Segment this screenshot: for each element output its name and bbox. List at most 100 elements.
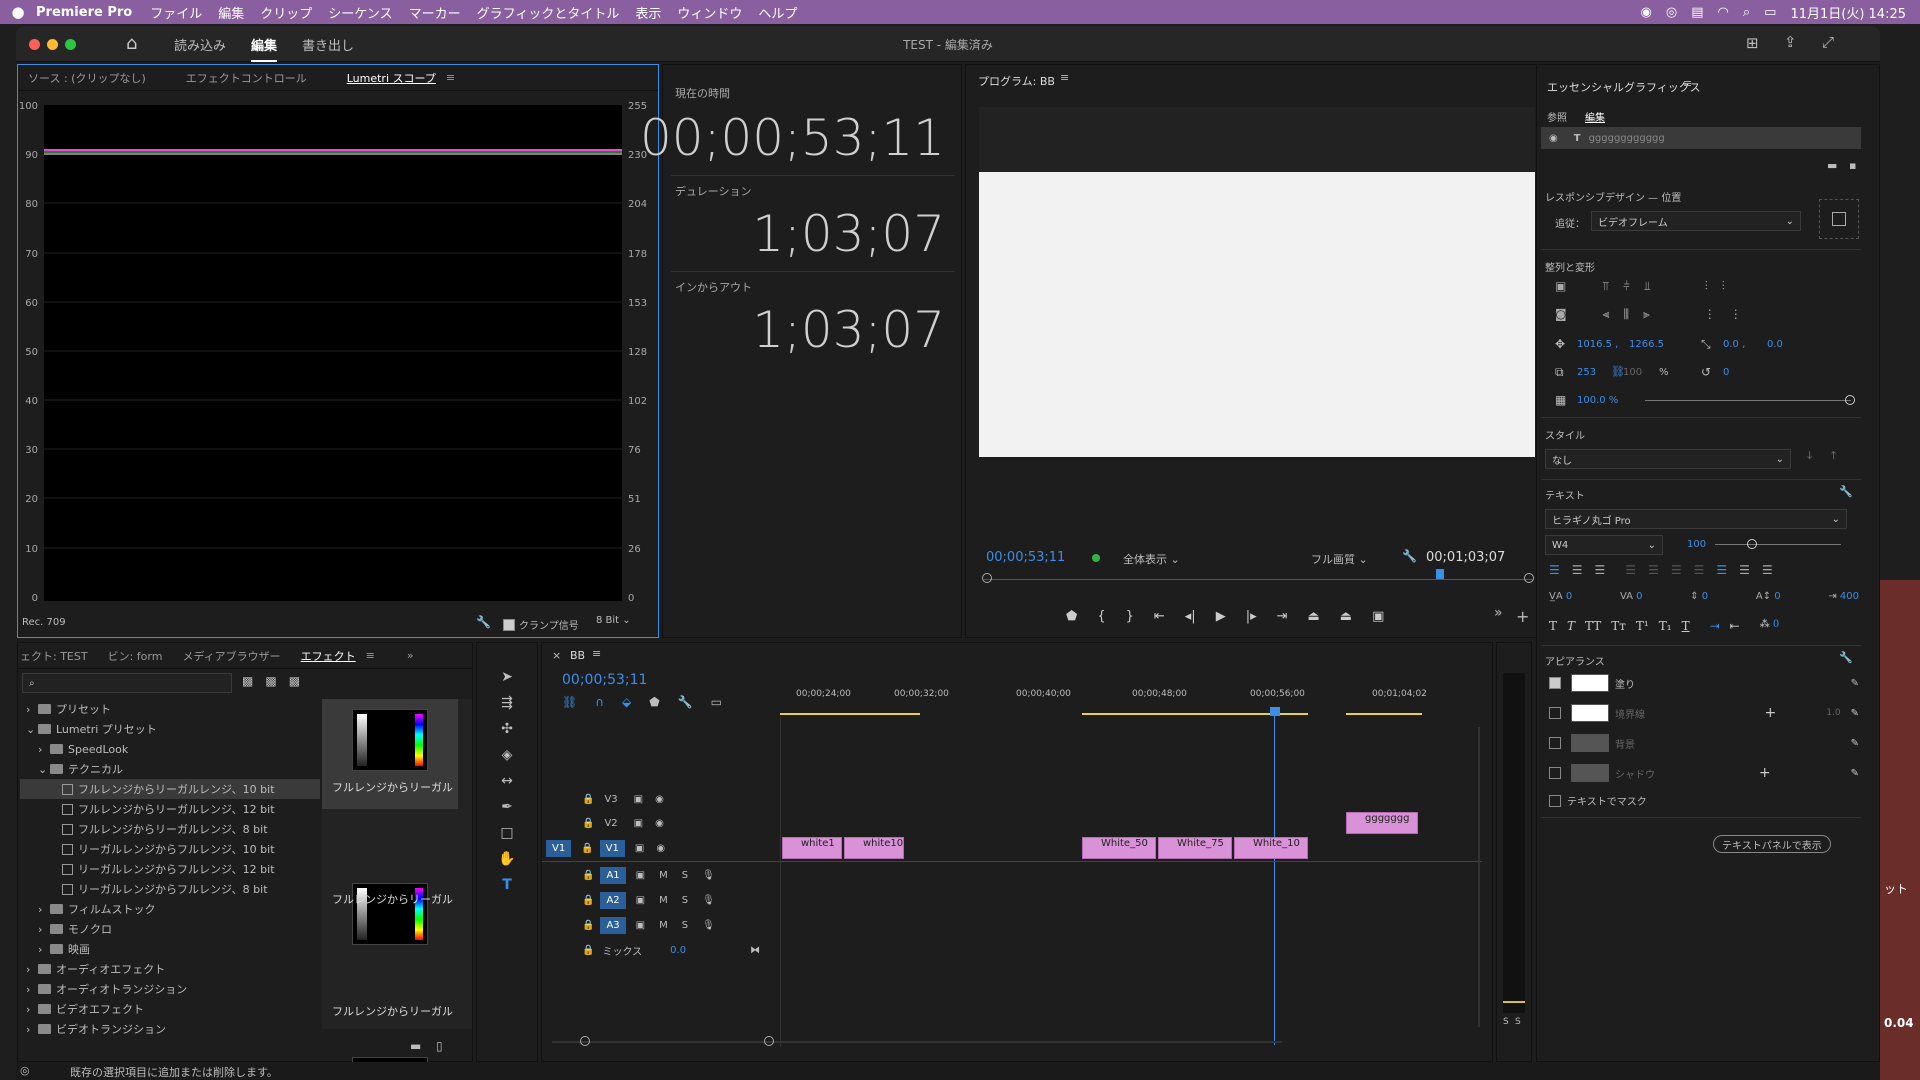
justify-left-icon[interactable]: ☰ bbox=[1625, 563, 1636, 577]
lock-icon[interactable]: 🔒 bbox=[582, 818, 594, 829]
zoom-select[interactable]: 全体表示 ⌄ bbox=[1123, 551, 1180, 567]
ltr-icon[interactable]: ⇥ bbox=[1710, 619, 1720, 633]
sync-lock-icon[interactable]: ▣ bbox=[636, 895, 645, 906]
apple-icon[interactable]: ● bbox=[0, 3, 36, 21]
share-icon[interactable]: ⇪ bbox=[1784, 33, 1797, 51]
sync-lock-icon[interactable]: ▣ bbox=[634, 794, 643, 805]
menu-clip[interactable]: クリップ bbox=[260, 3, 312, 22]
tab-lumetri-scopes[interactable]: Lumetri スコープ bbox=[337, 70, 446, 86]
playhead-bar[interactable] bbox=[984, 579, 1532, 580]
clamp-checkbox[interactable] bbox=[503, 618, 515, 631]
mix-end-icon[interactable]: ⧓ bbox=[750, 945, 760, 956]
lock-icon[interactable]: 🔒 bbox=[582, 870, 594, 881]
disclosure-arrow-icon[interactable]: › bbox=[26, 1003, 38, 1016]
more-controls-icon[interactable]: » bbox=[1494, 605, 1503, 621]
wrench-icon[interactable]: 🔧 bbox=[476, 615, 491, 629]
ripple-edit-tool-icon[interactable]: ✣ bbox=[497, 721, 517, 741]
font-size-thumb[interactable] bbox=[1747, 539, 1757, 549]
quality-select[interactable]: フル画質 ⌄ bbox=[1311, 551, 1368, 567]
align-bottom-icon[interactable]: ⫫ bbox=[1644, 279, 1651, 294]
graphic-clip[interactable]: ggggggg bbox=[1346, 812, 1418, 834]
scroll-handle-right[interactable] bbox=[764, 1036, 774, 1046]
mic-icon[interactable]: 🎙 bbox=[702, 895, 715, 906]
creative-cloud-icon[interactable]: ◉ bbox=[1641, 5, 1652, 20]
align-right-icon[interactable]: ⫸ bbox=[1643, 307, 1650, 322]
effects-search-input[interactable]: ⌕ bbox=[22, 673, 232, 693]
button-editor-icon[interactable]: + bbox=[1516, 607, 1529, 626]
lock-icon[interactable]: 🔒 bbox=[582, 920, 594, 931]
sync-lock-icon[interactable]: ▣ bbox=[636, 920, 645, 931]
pin-widget[interactable] bbox=[1819, 199, 1859, 239]
tab-project[interactable]: ェクト: TEST bbox=[18, 648, 98, 664]
menu-edit[interactable]: 編集 bbox=[218, 3, 244, 22]
disclosure-arrow-icon[interactable]: › bbox=[38, 903, 50, 916]
panel-menu-icon[interactable]: ≡ bbox=[366, 649, 375, 662]
tree-folder[interactable]: › ビデオエフェクト bbox=[20, 999, 320, 1019]
trash-icon[interactable]: ▯ bbox=[436, 1039, 443, 1053]
underline-icon[interactable]: T bbox=[1682, 619, 1690, 633]
align-hcenter-icon[interactable]: ⫼ bbox=[1623, 307, 1629, 322]
timeline-settings-icon[interactable]: 🔧 bbox=[678, 695, 693, 709]
settings-wrench-icon[interactable]: 🔧 bbox=[1402, 549, 1417, 563]
anchor-y[interactable]: 0.0 bbox=[1767, 339, 1783, 350]
solo-icon[interactable]: S bbox=[682, 895, 688, 906]
step-back-icon[interactable]: ◂| bbox=[1185, 609, 1196, 624]
menu-help[interactable]: ヘルプ bbox=[758, 3, 797, 22]
distribute-v-icon[interactable]: ⫶ bbox=[1705, 279, 1708, 294]
mute-icon[interactable]: M bbox=[659, 920, 668, 931]
add-marker-icon[interactable]: ⬟ bbox=[1066, 609, 1077, 624]
tab-media-browser[interactable]: メディアブラウザー bbox=[172, 648, 290, 664]
align-vcenter-icon[interactable]: ⫩ bbox=[1623, 279, 1630, 294]
program-viewer[interactable] bbox=[979, 107, 1535, 457]
lock-icon[interactable]: 🔒 bbox=[581, 843, 593, 854]
show-in-text-panel-button[interactable]: テキストパネルで表示 bbox=[1713, 835, 1831, 853]
distribute-v2-icon[interactable]: ⫶ bbox=[1722, 279, 1725, 294]
align-top-icon[interactable]: ⫪ bbox=[1602, 279, 1609, 294]
program-timecode[interactable]: 00;00;53;11 bbox=[986, 550, 1065, 565]
app-menu[interactable]: Premiere Pro bbox=[36, 5, 132, 20]
spotlight-icon[interactable]: ⌕ bbox=[1743, 5, 1750, 20]
32bit-effects-icon[interactable]: ▩ bbox=[265, 674, 276, 688]
sync-lock-icon[interactable]: ▣ bbox=[634, 818, 643, 829]
wifi-icon[interactable]: ◠ bbox=[1718, 5, 1729, 20]
align-left-icon[interactable]: ⫷ bbox=[1603, 307, 1610, 322]
baseline-control[interactable]: A↕ 0 bbox=[1756, 591, 1781, 602]
clip[interactable]: White_50 bbox=[1082, 837, 1156, 859]
align-text-center-icon[interactable]: ☰ bbox=[1572, 563, 1583, 577]
menu-file[interactable]: ファイル bbox=[150, 3, 202, 22]
new-group-icon[interactable]: ▬ bbox=[1827, 159, 1837, 172]
track-label[interactable]: V1 bbox=[599, 839, 625, 857]
eye-icon[interactable]: ◉ bbox=[655, 794, 664, 805]
solo-icon[interactable]: S bbox=[682, 920, 688, 931]
tsume-control[interactable]: ⁂ 0 bbox=[1760, 619, 1780, 633]
razor-tool-icon[interactable]: ◈ bbox=[497, 747, 517, 767]
sync-icon[interactable]: ◎ bbox=[1666, 5, 1677, 20]
faux-bold-icon[interactable]: T bbox=[1549, 619, 1557, 633]
small-caps-icon[interactable]: Tт bbox=[1611, 619, 1626, 633]
justify-right-icon[interactable]: ☰ bbox=[1671, 563, 1682, 577]
eye-icon[interactable]: ◉ bbox=[655, 818, 664, 829]
tree-preset[interactable]: フルレンジからリーガルレンジ、10 bit bbox=[20, 779, 320, 799]
menu-graphics[interactable]: グラフィックとタイトル bbox=[477, 3, 620, 22]
mask-checkbox[interactable] bbox=[1549, 794, 1561, 807]
style-select[interactable]: なし ⌄ bbox=[1545, 449, 1791, 469]
appearance-settings-icon[interactable]: 🔧 bbox=[1839, 651, 1853, 664]
program-playhead[interactable] bbox=[1436, 569, 1444, 579]
scale-value[interactable]: 253 bbox=[1577, 367, 1596, 378]
sync-lock-icon[interactable]: ▣ bbox=[636, 870, 645, 881]
tree-folder[interactable]: › オーディオエフェクト bbox=[20, 959, 320, 979]
anchor-x[interactable]: 0.0 , bbox=[1723, 339, 1745, 350]
hand-tool-icon[interactable]: ✋ bbox=[497, 851, 517, 871]
control-center-icon[interactable]: ▭ bbox=[1764, 5, 1776, 20]
tab-effects[interactable]: エフェクト bbox=[291, 648, 366, 664]
add-shadow-icon[interactable]: + bbox=[1759, 765, 1771, 781]
bit-depth-select[interactable]: 8 Bit ⌄ bbox=[596, 615, 631, 626]
mute-icon[interactable]: M bbox=[659, 870, 668, 881]
fill-checkbox[interactable] bbox=[1549, 677, 1561, 689]
clip[interactable]: white1 bbox=[782, 837, 842, 859]
program-menu-icon[interactable]: ≡ bbox=[1060, 71, 1069, 84]
text-settings-icon[interactable]: 🔧 bbox=[1839, 485, 1853, 498]
tree-folder[interactable]: › SpeedLook bbox=[20, 739, 320, 759]
clip[interactable]: White_10 bbox=[1234, 837, 1308, 859]
type-tool-icon[interactable]: T bbox=[497, 877, 517, 897]
